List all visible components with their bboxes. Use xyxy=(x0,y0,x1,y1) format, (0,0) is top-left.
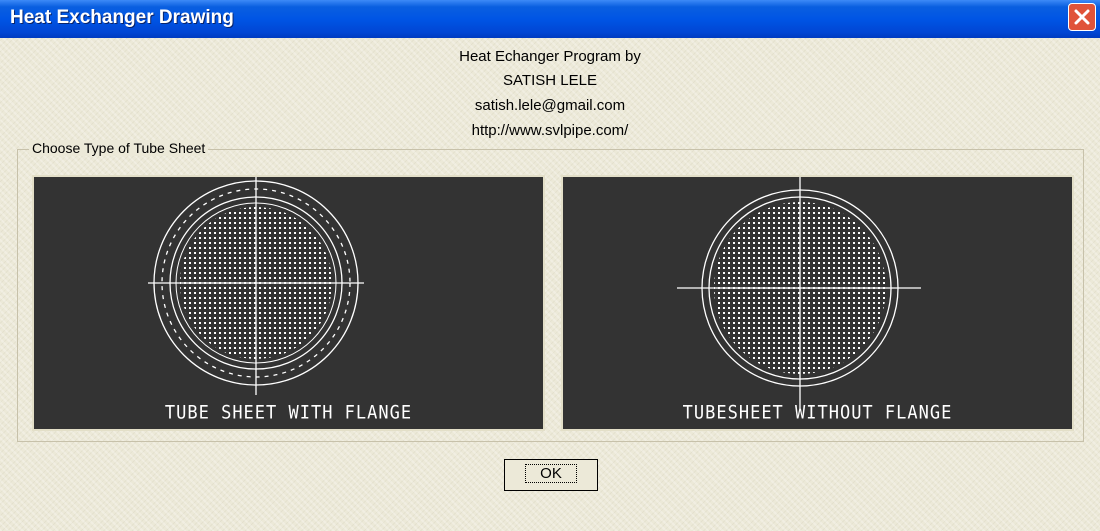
window-title: Heat Exchanger Drawing xyxy=(10,7,234,28)
flanged-tubesheet-drawing xyxy=(148,177,364,395)
close-button[interactable] xyxy=(1068,3,1096,31)
ok-button-label: OK xyxy=(525,464,577,483)
option-caption-without-flange: TUBESHEET WITHOUT FLANGE xyxy=(682,402,953,424)
author-email: satish.lele@gmail.com xyxy=(474,97,626,114)
dialog-window: Heat Exchanger Drawing Heat Echanger Pro… xyxy=(0,0,1100,531)
ok-button[interactable]: OK xyxy=(504,459,598,491)
author-website: http://www.svlpipe.com/ xyxy=(471,122,629,139)
tubesheet-without-flange-option[interactable]: TUBESHEET WITHOUT FLANGE xyxy=(561,175,1074,431)
groupbox-label: Choose Type of Tube Sheet xyxy=(29,140,209,156)
tubesheet-with-flange-option[interactable]: TUBE SHEET WITH FLANGE xyxy=(32,175,545,431)
title-bar[interactable]: Heat Exchanger Drawing xyxy=(0,0,1100,38)
close-icon xyxy=(1074,9,1090,25)
credit-line-1: Heat Echanger Program by xyxy=(459,48,641,65)
option-caption-with-flange: TUBE SHEET WITH FLANGE xyxy=(164,402,413,424)
plain-tubesheet-drawing xyxy=(677,177,921,409)
author-name: SATISH LELE xyxy=(503,72,597,89)
